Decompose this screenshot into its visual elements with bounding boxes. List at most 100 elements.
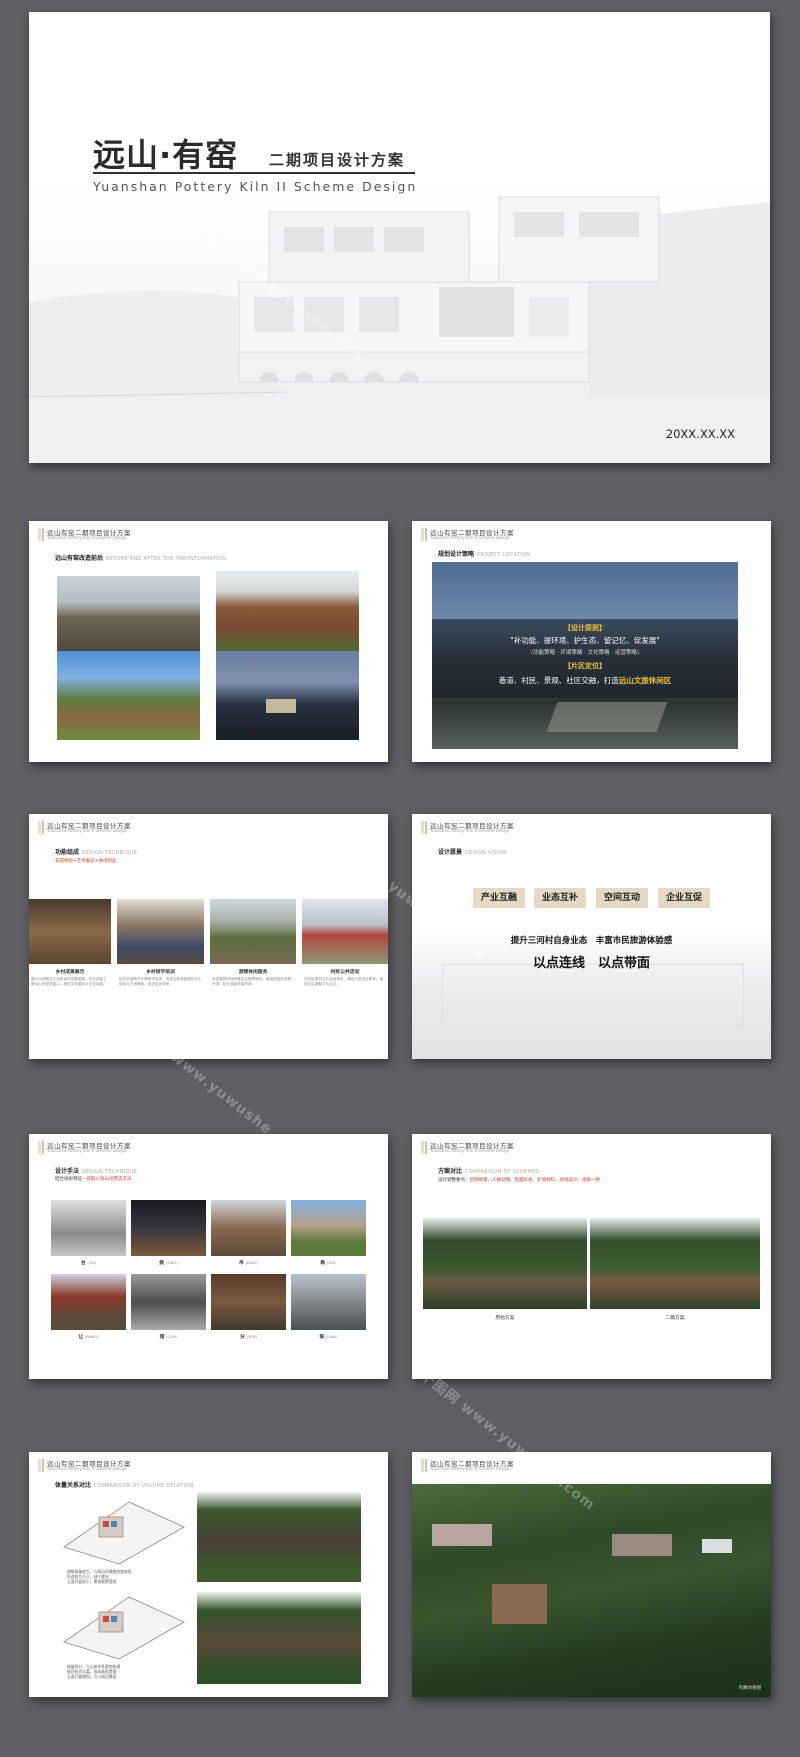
header-accent-bar xyxy=(425,821,427,834)
section-title: 方案对比 COMPARISON OF SCHEMES xyxy=(438,1168,540,1175)
technique-label-rang: 让 (RANG) xyxy=(78,1334,99,1340)
slide-planning-strategy[interactable]: 远山有窑二期项目设计方案 Yuanshan Pottery Kiln II Sc… xyxy=(412,521,771,762)
header-accent-bar xyxy=(425,1141,427,1154)
header-accent-bar xyxy=(42,1141,44,1154)
strategies-text: (功能策略 · 环境策略 · 文化策略 · 运营策略) xyxy=(530,650,640,656)
header-accent-bar xyxy=(38,1141,41,1154)
cover-building-illustration xyxy=(29,182,770,463)
technique-label-fen: 分 (FEN) xyxy=(240,1334,257,1340)
section-title: 体量关系对比 COMPARISON OF VOLUME RELATION xyxy=(55,1482,194,1489)
header-accent-bar xyxy=(425,1459,427,1472)
technique-photo-fen xyxy=(211,1274,286,1330)
photo-after-1 xyxy=(57,651,200,740)
photo-original-scheme xyxy=(423,1218,587,1309)
slide-aerial-view[interactable]: 远山有窑二期项目设计方案 Yuanshan Pottery Kiln II Sc… xyxy=(412,1452,771,1697)
photo-volume-before xyxy=(197,1492,361,1582)
volume-notes-before: 建筑体量较大，与周边环境融合度较低 形态较为方正，缺少变化 立面开窗较少，景观视野受… xyxy=(67,1569,132,1584)
section-subtitle: 设计调整要点：控制体量、人群动线、屋面形式、外墙材料、场地设计、视角一致 xyxy=(438,1178,600,1183)
slide-header-english: Yuanshan Pottery Kiln II Scheme Design xyxy=(430,828,510,833)
technique-label-cuo: 错 (CUO) xyxy=(159,1334,178,1340)
slide-header-english: Yuanshan Pottery Kiln II Scheme Design xyxy=(430,1148,510,1153)
function-desc-3: 为游客提供休闲餐饮住宿等服务，营造舒适的游憩环境，延长游客停留时间。 xyxy=(212,977,292,986)
header-accent-bar xyxy=(42,821,44,834)
technique-label-tai: 台 (TAI) xyxy=(80,1260,97,1266)
function-title-1: 乡村成果展示 xyxy=(55,970,85,975)
slide-header-english: Yuanshan Pottery Kiln II Scheme Design xyxy=(47,828,127,833)
technique-photo-rang xyxy=(51,1274,126,1330)
slide-scheme-comparison[interactable]: 远山有窑二期项目设计方案 Yuanshan Pottery Kiln II Sc… xyxy=(412,1134,771,1379)
cover-divider xyxy=(93,172,415,174)
photo-before-2 xyxy=(216,571,359,651)
technique-photo-tiao xyxy=(131,1200,206,1256)
section-title: 设计手法 DESIGN TECHNIQUE xyxy=(55,1168,138,1175)
slide-volume-comparison[interactable]: 远山有窑二期项目设计方案 Yuanshan Pottery Kiln II Sc… xyxy=(29,1452,388,1697)
slide-header-english: Yuanshan Pottery Kiln II Scheme Design xyxy=(430,535,510,540)
volume-diagram-before xyxy=(63,1501,185,1565)
function-title-4: 村民公共活动 xyxy=(330,970,360,975)
principle-text: "补功能、提环境、护生态、留记忆、促发展" xyxy=(510,636,660,645)
technique-label-lian: 联 (LIAN) xyxy=(319,1334,338,1340)
header-accent-bar xyxy=(38,1459,41,1472)
photo-volume-after xyxy=(197,1592,361,1684)
section-title: 功能组成 DESIGN TECHNIQUE xyxy=(55,849,138,856)
aerial-building xyxy=(492,1584,547,1624)
slide-before-after[interactable]: 远山有窑二期项目设计方案 Yuanshan Pottery Kiln II Sc… xyxy=(29,521,388,762)
cover-slide[interactable]: 远山·有窑 二期项目设计方案 Yuanshan Pottery Kiln II … xyxy=(29,12,770,463)
vision-tag-1: 产业互融 xyxy=(473,888,525,908)
header-accent-bar xyxy=(38,528,41,541)
volume-diagram-after xyxy=(63,1596,185,1660)
function-title-3: 游憩休闲服务 xyxy=(238,970,268,975)
technique-label-tiao: 挑 (TIAO) xyxy=(159,1260,178,1266)
header-accent-bar xyxy=(425,528,427,541)
photo-aerial xyxy=(412,1484,771,1697)
photo-exhibition xyxy=(29,899,111,964)
technique-photo-diao xyxy=(211,1200,286,1256)
aerial-building xyxy=(612,1534,672,1556)
function-desc-4: 为村民提供公共活动场所，满足日常交往需求，增强社区凝聚力与活力。 xyxy=(304,977,384,986)
photo-second-scheme xyxy=(590,1218,760,1309)
cover-subtitle: 二期项目设计方案 xyxy=(269,151,406,169)
photo-public-activity xyxy=(302,899,388,964)
positioning-text: 巷道、村民、景观、社区交融，打造远山文旅休闲区 xyxy=(498,676,672,685)
header-accent-bar xyxy=(421,1459,424,1472)
cover-title: 远山·有窑 xyxy=(93,136,239,174)
photo-leisure xyxy=(210,899,296,964)
function-desc-2: 结合非遗陶艺开展研学培训，为学生和游客提供手工体验与艺术教育，促进文化传承。 xyxy=(119,977,202,986)
cover-date: 20XX.XX.XX xyxy=(665,427,735,441)
technique-photo-tai xyxy=(51,1200,126,1256)
header-accent-bar xyxy=(38,821,41,834)
header-accent-bar xyxy=(42,1459,44,1472)
slide-design-technique[interactable]: 远山有窑二期项目设计方案 Yuanshan Pottery Kiln II Sc… xyxy=(29,1134,388,1379)
principle-label: 【设计原则】 xyxy=(564,624,606,632)
slide-header-english: Yuanshan Pottery Kiln II Scheme Design xyxy=(47,535,127,540)
positioning-label: 【片区定位】 xyxy=(564,662,606,670)
vision-building-backdrop xyxy=(442,964,744,1026)
photo-training xyxy=(117,899,204,964)
strategy-overlay: 【设计原则】 "补功能、提环境、护生态、留记忆、促发展" (功能策略 · 环境策… xyxy=(432,619,738,698)
header-accent-bar xyxy=(421,1141,424,1154)
aerial-building xyxy=(432,1524,492,1546)
slide-header-english: Yuanshan Pottery Kiln II Scheme Design xyxy=(430,1466,510,1471)
slide-header-english: Yuanshan Pottery Kiln II Scheme Design xyxy=(47,1466,127,1471)
photo-after-2 xyxy=(216,651,359,740)
vision-tag-2: 业态互补 xyxy=(534,888,586,908)
technique-photo-cuo xyxy=(131,1274,206,1330)
technique-photo-lian xyxy=(291,1274,366,1330)
section-subtitle: 非遗体验+艺术展览+休闲创业 xyxy=(55,859,117,864)
volume-notes-after: 体量拆分，与山体关系更加协调 屋顶形式丰富，形成高低错落 立面开窗增加，引入周边景观 xyxy=(67,1664,121,1679)
caption-original-scheme: 原始方案 xyxy=(495,1316,515,1321)
technique-label-diao: 吊 (DIAO) xyxy=(238,1260,258,1266)
aerial-building xyxy=(702,1539,732,1553)
section-title: 远山有窑改造前后 BEFORE AND AFTER THE TRANSFORMAT… xyxy=(55,555,227,562)
function-title-2: 乡村研学培训 xyxy=(146,970,175,975)
photo-before-1 xyxy=(57,576,200,651)
header-accent-bar xyxy=(421,821,424,834)
vision-tag-3: 空间互动 xyxy=(596,888,648,908)
slide-header-english: Yuanshan Pottery Kiln II Scheme Design xyxy=(47,1148,127,1153)
section-title: 设计愿景 DESIGN VISION xyxy=(438,849,507,856)
header-accent-bar xyxy=(42,528,44,541)
technique-photo-die xyxy=(291,1200,366,1256)
cover-english-title: Yuanshan Pottery Kiln II Scheme Design xyxy=(93,179,418,194)
caption-second-scheme: 二稿方案 xyxy=(665,1316,685,1321)
section-title: 规划设计策略 PROJECT LOCATION xyxy=(438,551,531,558)
